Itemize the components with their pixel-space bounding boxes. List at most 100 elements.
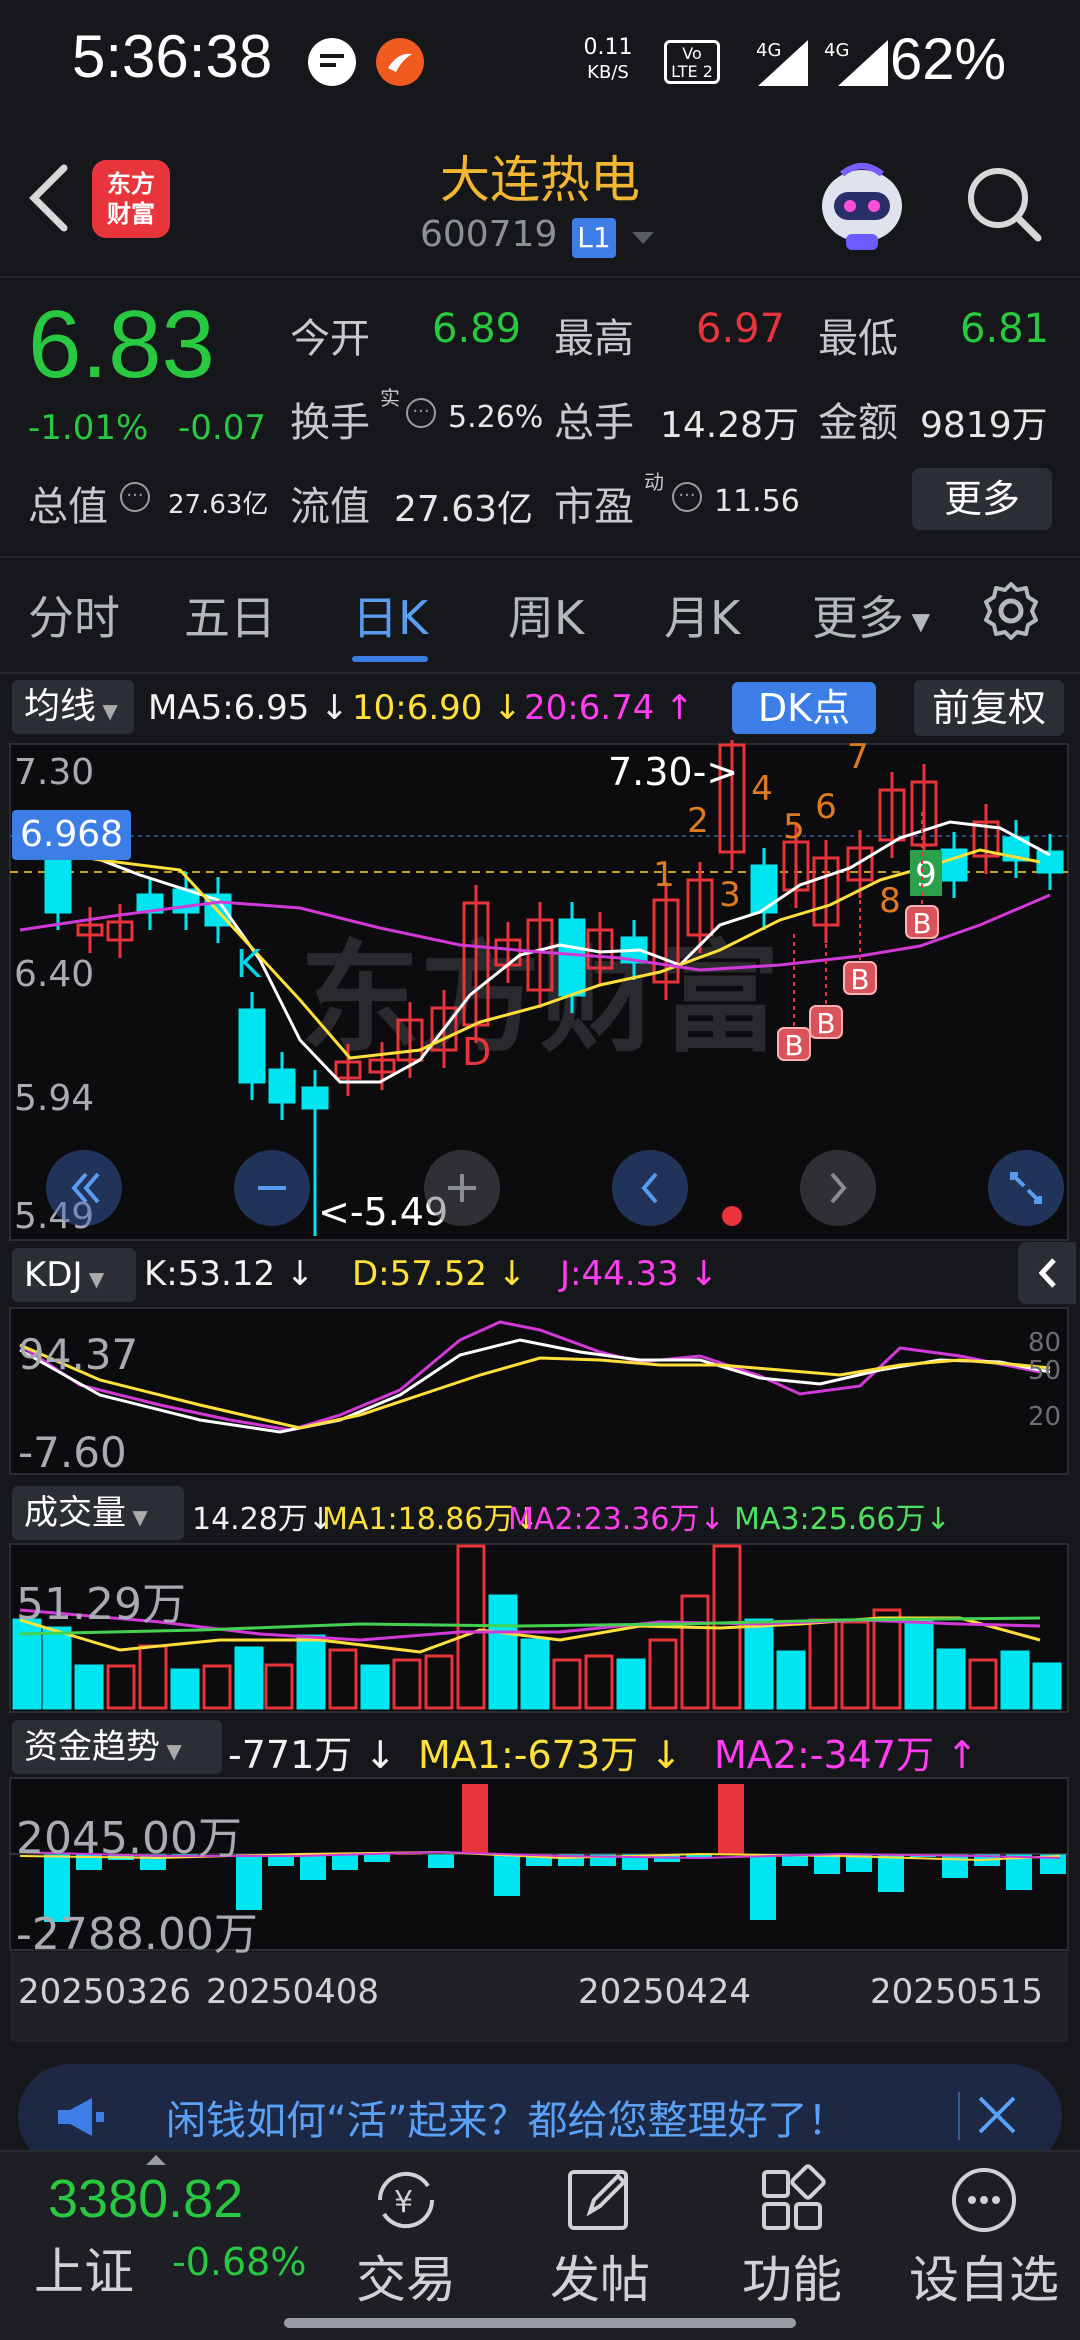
nav-post[interactable]: 发帖: [525, 2240, 675, 2312]
info-icon[interactable]: ···: [120, 482, 150, 512]
kline-axis-mid: 6.40: [14, 954, 95, 995]
status-clock: 5:36:38: [72, 23, 273, 90]
volume-label: 总手: [554, 400, 634, 446]
banner-text: 闲钱如何“活”起来？都给您整理好了！: [166, 2098, 848, 2144]
zoom-out-button[interactable]: [234, 1150, 310, 1226]
nav-functions[interactable]: 功能: [717, 2240, 867, 2312]
buy-signal-letter: B: [850, 963, 869, 996]
kline-k-mark: K: [236, 942, 261, 986]
tab-minute[interactable]: 分时: [28, 582, 120, 648]
back-button[interactable]: [20, 158, 80, 238]
volume-bar: [234, 1646, 264, 1710]
buy-signal-letter: B: [784, 1029, 803, 1062]
index-value[interactable]: 3380.82: [48, 2168, 243, 2230]
volume-bar: [936, 1648, 966, 1710]
divider: [958, 2092, 960, 2140]
candle-body: [558, 918, 586, 997]
dk-point-button[interactable]: DK点: [732, 682, 876, 734]
scroll-left-button[interactable]: [612, 1150, 688, 1226]
tab-daily-k[interactable]: 日K: [352, 582, 428, 648]
date-label-4: 20250515: [870, 1972, 1044, 2012]
kline-high-marker: 7.30->: [608, 750, 739, 794]
settings-button[interactable]: [980, 580, 1042, 642]
ma-selector[interactable]: 均线 ▼: [12, 680, 134, 734]
volume-bar: [904, 1620, 934, 1710]
pe-label: 市盈: [554, 484, 634, 530]
chevron-right-icon: [830, 1172, 847, 1204]
pe-value: 11.56: [714, 484, 800, 519]
info-icon[interactable]: ···: [406, 398, 436, 428]
volte-icon: Vo LTE 2: [664, 40, 720, 84]
low-value: 6.81: [960, 306, 1050, 352]
adjust-price-button[interactable]: 前复权: [914, 680, 1064, 736]
volume-bar: [1000, 1650, 1030, 1710]
scroll-left-fast-button[interactable]: [46, 1150, 122, 1226]
kdj-selector[interactable]: KDJ ▼: [12, 1248, 136, 1302]
robot-assistant-icon[interactable]: [812, 154, 912, 254]
svg-text:4G: 4G: [756, 40, 781, 61]
fund-bar: [428, 1854, 454, 1868]
level-badge[interactable]: L1: [572, 218, 616, 258]
kdj-panel: [9, 1307, 1069, 1475]
info-icon[interactable]: ···: [672, 482, 702, 512]
volume-selector[interactable]: 成交量 ▼: [12, 1486, 184, 1540]
fund-ma2: MA2:-347万 ↑: [714, 1733, 978, 1777]
volume-bar: [170, 1668, 200, 1710]
minus-icon: [258, 1186, 286, 1190]
ma10-value: 10:6.90 ↓: [352, 688, 522, 728]
date-label-3: 20250424: [578, 1972, 752, 2012]
turnover-sup: 实: [380, 386, 400, 410]
fund-trend-selector[interactable]: 资金趋势 ▼: [12, 1720, 222, 1774]
net-speed: 0.11 KB/S: [583, 35, 633, 84]
zoom-in-button[interactable]: [424, 1150, 500, 1226]
candle-body: [44, 853, 72, 914]
nav-trade[interactable]: 交易: [331, 2240, 481, 2312]
tab-monthly-k[interactable]: 月K: [664, 582, 740, 648]
td-sequence-number: 2: [687, 801, 709, 841]
volume-bar: [488, 1594, 518, 1710]
fullscreen-button[interactable]: [988, 1150, 1064, 1226]
svg-text:4G: 4G: [824, 40, 849, 61]
mktcap-value: 27.63亿: [168, 490, 269, 520]
float-value: 27.63亿: [394, 489, 534, 530]
fund-bar: [878, 1854, 904, 1892]
chevron-down-icon[interactable]: [628, 228, 658, 248]
home-indicator[interactable]: [284, 2318, 796, 2328]
kdj-axis-top: 94.37: [18, 1330, 139, 1379]
volume-axis-top: 51.29万: [16, 1579, 186, 1630]
ma20-value: 20:6.74 ↑: [524, 688, 694, 728]
tab-more[interactable]: 更多 ▼: [812, 582, 930, 648]
megaphone-icon: [52, 2092, 108, 2142]
index-name[interactable]: 上证: [34, 2232, 134, 2304]
date-label-1: 20250326: [18, 1972, 192, 2012]
td-sequence-number: 9: [915, 855, 937, 895]
fund-bar: [814, 1854, 840, 1874]
collapse-panel-button[interactable]: [1018, 1242, 1076, 1304]
more-quote-button[interactable]: 更多: [912, 468, 1052, 530]
page-indicator-dot: [722, 1206, 742, 1226]
scroll-right-button[interactable]: [800, 1150, 876, 1226]
buy-signal-letter: B: [912, 907, 931, 940]
more-dots-icon[interactable]: [944, 2160, 1024, 2240]
search-button[interactable]: [960, 160, 1046, 246]
divider: [0, 556, 1080, 558]
tab-five-day[interactable]: 五日: [184, 582, 276, 648]
volume-bar: [520, 1638, 550, 1710]
volume-bar: [74, 1664, 104, 1710]
low-label: 最低: [818, 316, 898, 362]
tab-weekly-k[interactable]: 周K: [508, 582, 584, 648]
float-label: 流值: [290, 484, 370, 530]
nav-add-watchlist[interactable]: 设自选: [904, 2240, 1064, 2312]
close-banner-button[interactable]: [972, 2090, 1022, 2140]
turnover-label: 换手: [290, 400, 370, 446]
high-label: 最高: [554, 316, 634, 362]
volume-bar: [744, 1618, 774, 1710]
td-sequence-number: 1: [653, 855, 675, 895]
app-logo[interactable]: 东方 财富: [92, 160, 170, 238]
grid-icon[interactable]: [752, 2160, 832, 2240]
edit-icon[interactable]: [560, 2160, 640, 2240]
yen-exchange-icon[interactable]: ¥: [366, 2160, 446, 2240]
td-sequence-number: 4: [751, 769, 773, 809]
chevron-left-icon: [1038, 1258, 1056, 1288]
battery-level: 62%: [890, 27, 1007, 92]
